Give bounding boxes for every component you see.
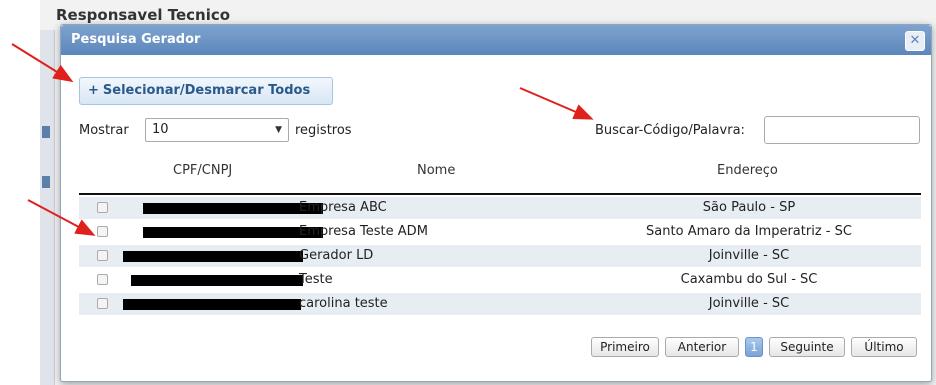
table-row[interactable]: carolina teste Joinville - SC (79, 293, 921, 315)
background-marker (42, 126, 50, 138)
row-checkbox[interactable] (97, 226, 108, 237)
dialog-title: Pesquisa Gerador (71, 32, 201, 47)
row-name: Empresa Teste ADM (299, 224, 428, 239)
row-address: Joinville - SC (708, 248, 790, 263)
redacted-cpf (143, 227, 323, 238)
pagination-prev-button[interactable]: Anterior (665, 337, 739, 357)
close-icon[interactable]: ✕ (905, 31, 925, 51)
page-size-value: 10 (152, 122, 169, 137)
table-row[interactable]: Gerador LD Joinville - SC (79, 245, 921, 267)
chevron-down-icon: ▼ (275, 125, 282, 135)
plus-icon: + (88, 83, 99, 98)
pagination-next-button[interactable]: Seguinte (769, 337, 845, 357)
column-header-cpf[interactable]: CPF/CNPJ (173, 163, 232, 178)
row-checkbox[interactable] (97, 274, 108, 285)
page-size-select[interactable]: 10 ▼ (145, 118, 289, 142)
redacted-cpf (123, 299, 301, 310)
pagination-last-button[interactable]: Último (851, 337, 917, 357)
row-name: Gerador LD (299, 248, 374, 263)
dialog-titlebar: Pesquisa Gerador (61, 25, 931, 55)
background-marker (42, 176, 50, 188)
search-label: Buscar-Código/Palavra: (595, 123, 745, 138)
row-name: Empresa ABC (299, 200, 387, 215)
select-all-label: Selecionar/Desmarcar Todos (102, 83, 311, 98)
table-row[interactable]: Empresa ABC São Paulo - SP (79, 197, 921, 219)
row-address: Joinville - SC (708, 296, 790, 311)
pagination-page-1[interactable]: 1 (745, 337, 763, 357)
row-address: São Paulo - SP (702, 200, 796, 215)
background-side-panel (40, 30, 55, 385)
pagination-first-button[interactable]: Primeiro (591, 337, 659, 357)
column-header-address[interactable]: Endereço (717, 163, 778, 178)
redacted-cpf (131, 275, 303, 286)
row-checkbox[interactable] (97, 298, 108, 309)
redacted-cpf (143, 203, 323, 214)
background-page-title: Responsavel Tecnico (56, 6, 231, 24)
row-address: Santo Amaro da Imperatriz - SC (646, 224, 852, 239)
column-header-name[interactable]: Nome (417, 163, 455, 178)
search-input[interactable] (764, 116, 920, 144)
show-label: Mostrar (79, 123, 129, 138)
pesquisa-gerador-dialog: Pesquisa Gerador ✕ + Selecionar/Desmarcar… (60, 24, 932, 382)
row-name: carolina teste (299, 296, 388, 311)
row-address: Caxambu do Sul - SC (680, 272, 818, 287)
redacted-cpf (123, 251, 303, 262)
records-label: registros (295, 123, 352, 138)
table-row[interactable]: Empresa Teste ADM Santo Amaro da Imperat… (79, 221, 921, 243)
table-row[interactable]: Teste Caxambu do Sul - SC (79, 269, 921, 291)
header-divider (79, 193, 921, 195)
row-checkbox[interactable] (97, 202, 108, 213)
select-all-button[interactable]: + Selecionar/Desmarcar Todos (79, 77, 333, 105)
row-name: Teste (299, 272, 333, 287)
row-checkbox[interactable] (97, 250, 108, 261)
